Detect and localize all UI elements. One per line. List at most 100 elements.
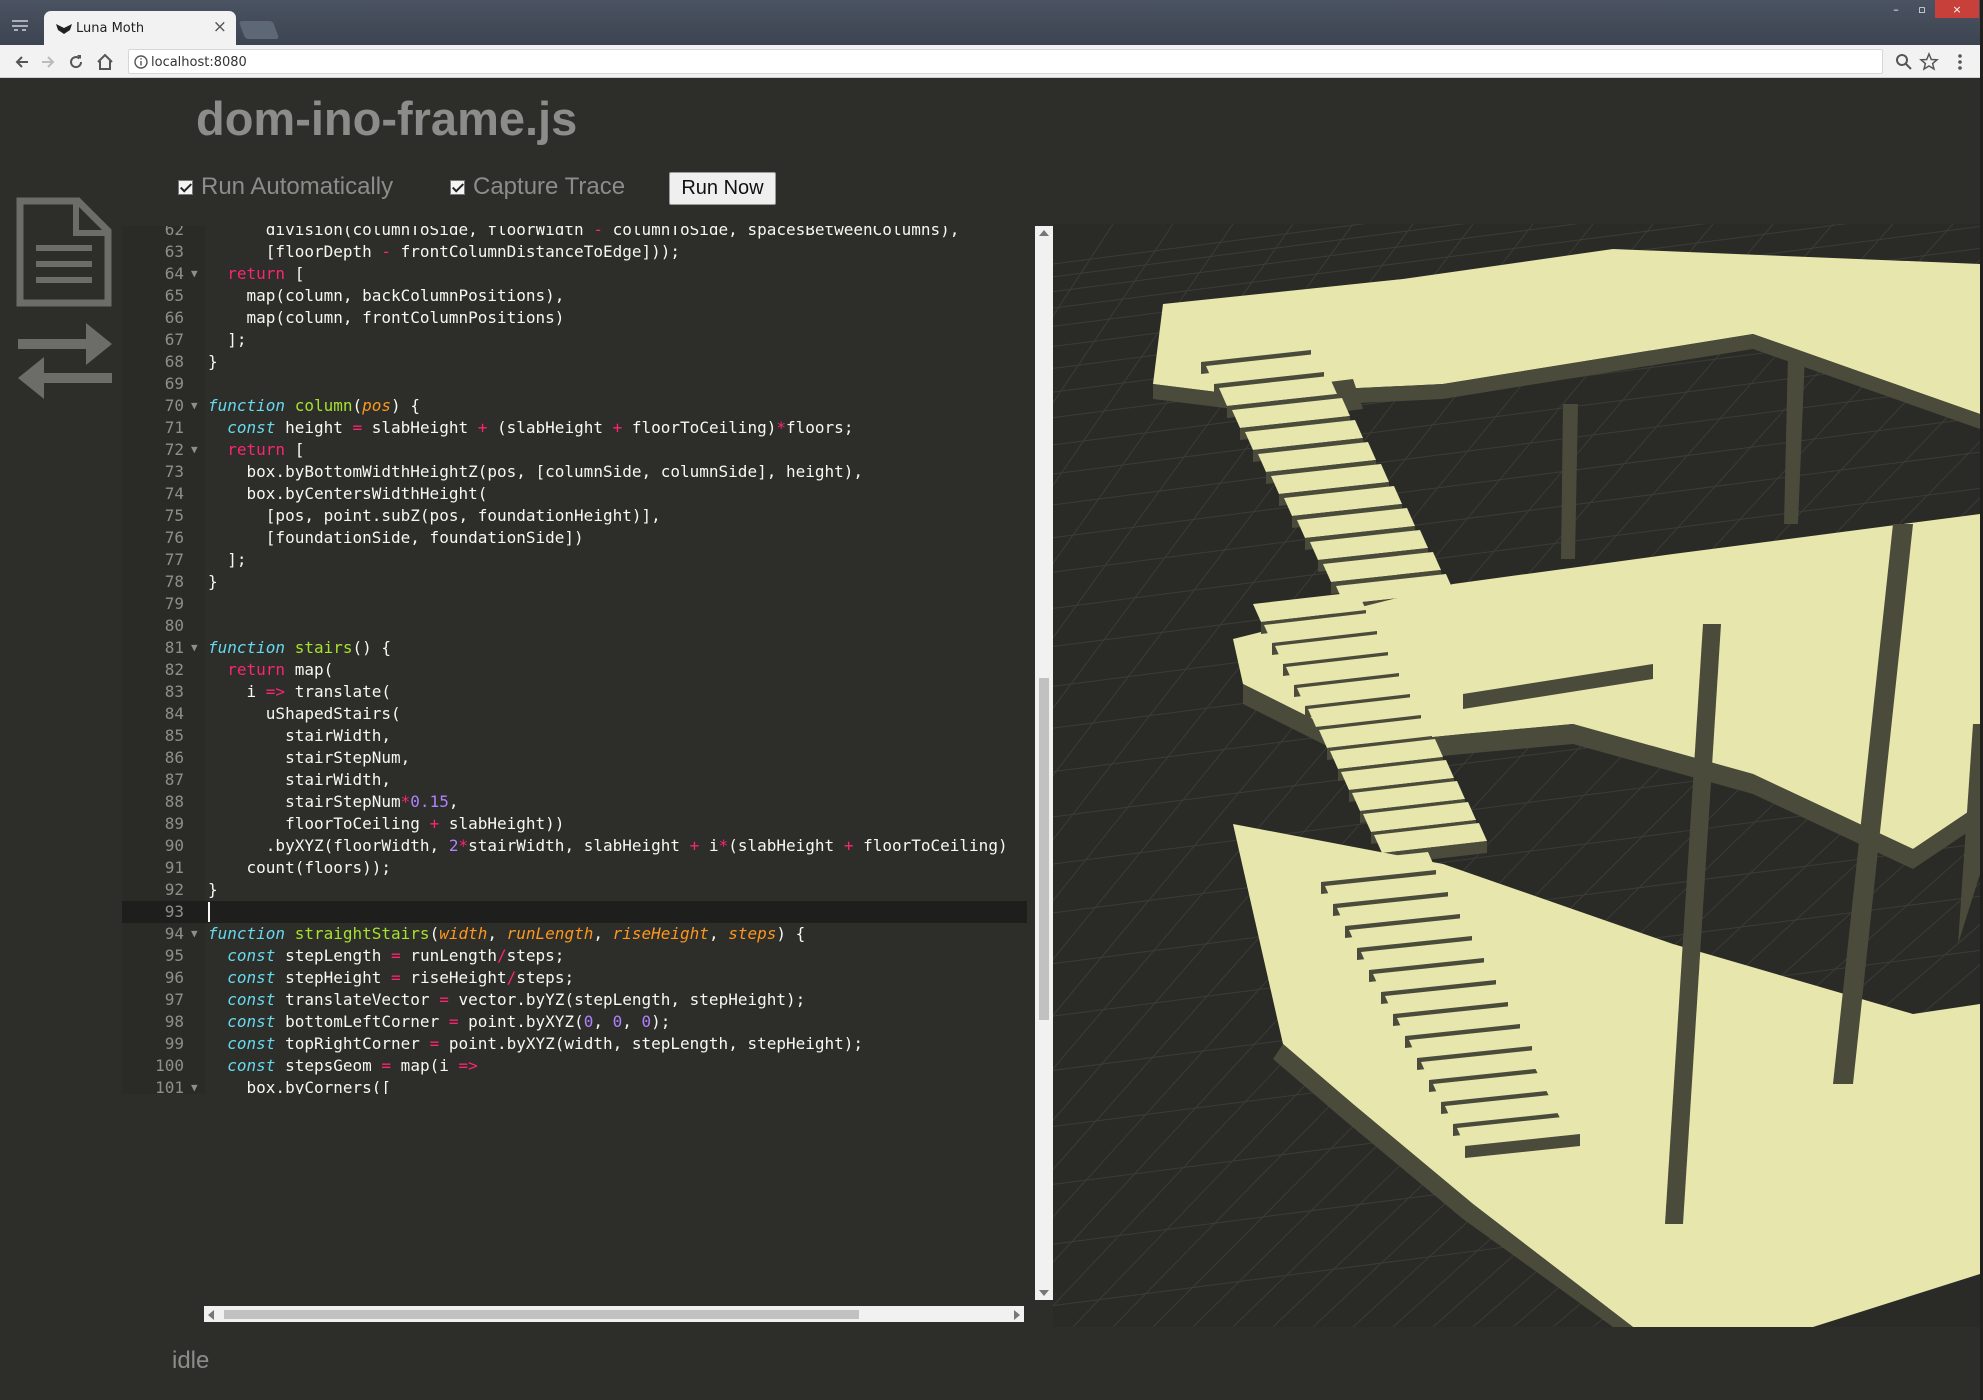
code-line[interactable]: 74 box.byCentersWidthHeight( xyxy=(122,483,1027,505)
forward-arrow-icon[interactable] xyxy=(38,52,58,72)
browser-menu-icon[interactable] xyxy=(10,18,30,32)
document-icon[interactable] xyxy=(16,197,112,307)
code-line[interactable]: 93 xyxy=(122,901,1027,923)
line-number: 62 xyxy=(164,226,184,239)
maximize-icon[interactable]: ▫ xyxy=(1909,0,1935,18)
code-line[interactable]: 79 xyxy=(122,593,1027,615)
line-number: 68 xyxy=(164,352,184,371)
code-line[interactable]: 86 stairStepNum, xyxy=(122,747,1027,769)
code-line[interactable]: 97 const translateVector = vector.byYZ(s… xyxy=(122,989,1027,1011)
line-number: 91 xyxy=(164,858,184,877)
line-number: 96 xyxy=(164,968,184,987)
vertical-scroll-thumb[interactable] xyxy=(1039,678,1049,1020)
code-line[interactable]: 98 const bottomLeftCorner = point.byXYZ(… xyxy=(122,1011,1027,1033)
reload-icon[interactable] xyxy=(66,52,86,72)
code-line[interactable]: 96 const stepHeight = riseHeight/steps; xyxy=(122,967,1027,989)
star-icon[interactable] xyxy=(1919,52,1939,72)
code-line[interactable]: 64 ▼ return [ xyxy=(122,263,1027,285)
close-window-icon[interactable]: × xyxy=(1935,0,1979,18)
code-line[interactable]: 83 i => translate( xyxy=(122,681,1027,703)
new-tab-button[interactable] xyxy=(238,21,280,39)
window-controls: – ▫ × xyxy=(1883,0,1979,18)
line-number: 90 xyxy=(164,836,184,855)
browser-titlebar: Luna Moth × – ▫ × xyxy=(0,0,1983,46)
line-number: 83 xyxy=(164,682,184,701)
scroll-right-arrow-icon[interactable] xyxy=(1014,1310,1020,1320)
3d-viewport[interactable] xyxy=(1053,224,1980,1327)
home-icon[interactable] xyxy=(95,52,115,72)
code-text: box.byCorners([ xyxy=(208,1078,392,1094)
code-text: box.byCentersWidthHeight( xyxy=(208,484,488,503)
code-line[interactable]: 73 box.byBottomWidthHeightZ(pos, [column… xyxy=(122,461,1027,483)
minimize-icon[interactable]: – xyxy=(1883,0,1909,18)
code-line[interactable]: 91 count(floors)); xyxy=(122,857,1027,879)
code-line[interactable]: 80 xyxy=(122,615,1027,637)
horizontal-scroll-thumb[interactable] xyxy=(224,1310,859,1319)
code-line[interactable]: 94 ▼ function straightStairs(width, runLen… xyxy=(122,923,1027,945)
code-line[interactable]: 88 stairStepNum*0.15, xyxy=(122,791,1027,813)
code-line[interactable]: 95 const stepLength = runLength/steps; xyxy=(122,945,1027,967)
fold-arrow-icon[interactable]: ▼ xyxy=(191,395,198,417)
editor-horizontal-scrollbar[interactable] xyxy=(204,1306,1024,1322)
code-line[interactable]: 76 [foundationSide, foundationSide]) xyxy=(122,527,1027,549)
code-line[interactable]: 78} xyxy=(122,571,1027,593)
code-line[interactable]: 87 stairWidth, xyxy=(122,769,1027,791)
code-line[interactable]: 72 ▼ return [ xyxy=(122,439,1027,461)
code-line[interactable]: 84 uShapedStairs( xyxy=(122,703,1027,725)
code-text: stairStepNum, xyxy=(208,748,411,767)
line-number: 99 xyxy=(164,1034,184,1053)
scroll-down-arrow-icon[interactable] xyxy=(1039,1290,1049,1296)
kebab-menu-icon[interactable] xyxy=(1950,52,1970,72)
line-number: 78 xyxy=(164,572,184,591)
fold-arrow-icon[interactable]: ▼ xyxy=(191,637,198,659)
code-line[interactable]: 77 ]; xyxy=(122,549,1027,571)
code-text: const stepHeight = riseHeight/steps; xyxy=(227,968,575,987)
code-text: [floorDepth - frontColumnDistanceToEdge]… xyxy=(208,242,681,261)
line-number: 80 xyxy=(164,616,184,635)
code-line[interactable]: 89 floorToCeiling + slabHeight)) xyxy=(122,813,1027,835)
code-text: ]; xyxy=(208,330,247,349)
scroll-left-arrow-icon[interactable] xyxy=(208,1310,214,1320)
back-arrow-icon[interactable] xyxy=(12,52,32,72)
code-line[interactable]: 100 const stepsGeom = map(i => xyxy=(122,1055,1027,1077)
code-line[interactable]: 65 map(column, backColumnPositions), xyxy=(122,285,1027,307)
scroll-up-arrow-icon[interactable] xyxy=(1039,230,1049,236)
code-line[interactable]: 101 ▼ box.byCorners([ xyxy=(122,1077,1027,1094)
code-line[interactable]: 67 ]; xyxy=(122,329,1027,351)
fold-arrow-icon[interactable]: ▼ xyxy=(191,439,198,461)
code-line[interactable]: 71 const height = slabHeight + (slabHeig… xyxy=(122,417,1027,439)
fold-arrow-icon[interactable]: ▼ xyxy=(191,1077,198,1094)
code-line[interactable]: 85 stairWidth, xyxy=(122,725,1027,747)
run-now-button[interactable]: Run Now xyxy=(669,172,776,205)
code-editor[interactable]: 62 division(columnToSide, floorWidth - c… xyxy=(122,226,1027,1094)
run-automatically-label: Run Automatically xyxy=(201,173,394,200)
browser-tab[interactable]: Luna Moth × xyxy=(44,11,236,46)
address-bar[interactable]: localhost:8080 xyxy=(128,49,1883,74)
code-line[interactable]: 75 [pos, point.subZ(pos, foundationHeigh… xyxy=(122,505,1027,527)
code-line[interactable]: 70 ▼ function column(pos) { xyxy=(122,395,1027,417)
code-line[interactable]: 81 ▼ function stairs() { xyxy=(122,637,1027,659)
run-automatically-checkbox[interactable] xyxy=(178,179,193,195)
fold-arrow-icon[interactable]: ▼ xyxy=(191,263,198,285)
capture-trace-checkbox[interactable] xyxy=(450,179,465,195)
fold-arrow-icon[interactable]: ▼ xyxy=(191,923,198,945)
code-line[interactable]: 82 return map( xyxy=(122,659,1027,681)
code-text: ]; xyxy=(208,550,247,569)
code-text: return map( xyxy=(227,660,334,679)
code-line[interactable]: 63 [floorDepth - frontColumnDistanceToEd… xyxy=(122,241,1027,263)
swap-arrows-icon[interactable] xyxy=(12,319,118,399)
info-icon[interactable] xyxy=(134,55,148,69)
code-line[interactable]: 69 xyxy=(122,373,1027,395)
zoom-icon[interactable] xyxy=(1894,52,1914,72)
code-line[interactable]: 99 const topRightCorner = point.byXYZ(wi… xyxy=(122,1033,1027,1055)
code-line[interactable]: 68} xyxy=(122,351,1027,373)
code-line[interactable]: 90 .byXYZ(floorWidth, 2*stairWidth, slab… xyxy=(122,835,1027,857)
editor-vertical-scrollbar[interactable] xyxy=(1035,226,1053,1300)
code-text: const height = slabHeight + (slabHeight … xyxy=(227,418,854,437)
code-line[interactable]: 92} xyxy=(122,879,1027,901)
code-text: const bottomLeftCorner = point.byXYZ(0, … xyxy=(227,1012,671,1031)
code-line[interactable]: 66 map(column, frontColumnPositions) xyxy=(122,307,1027,329)
tab-close-icon[interactable]: × xyxy=(213,17,227,37)
code-line[interactable]: 62 division(columnToSide, floorWidth - c… xyxy=(122,226,1027,241)
line-number: 73 xyxy=(164,462,184,481)
